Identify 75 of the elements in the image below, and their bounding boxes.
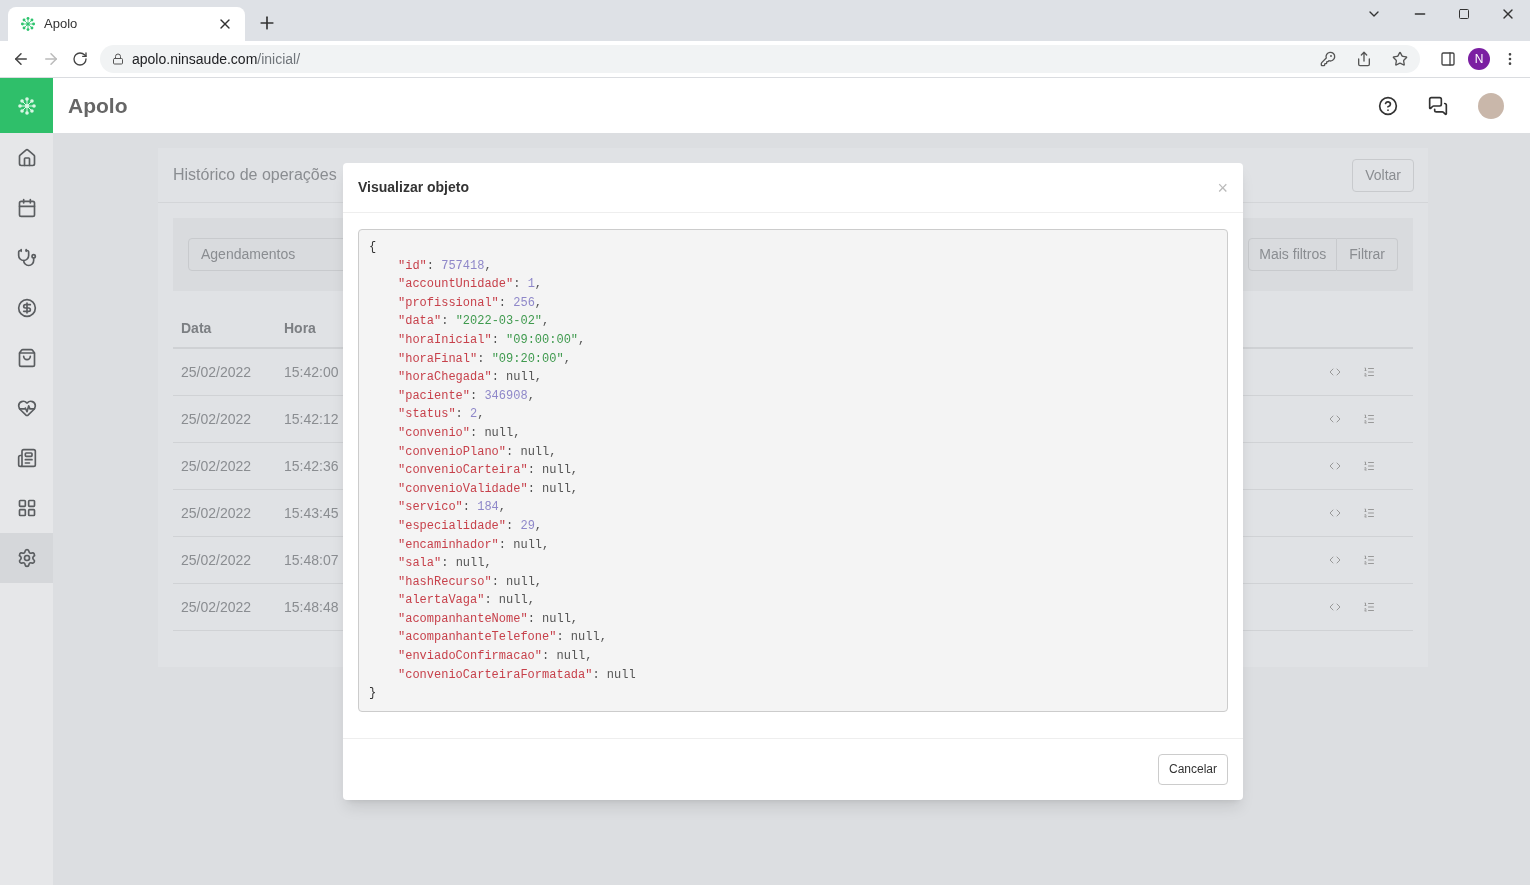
code-line: "acompanhanteNome": null, [397,610,579,628]
code-line: "convenioPlano": null, [397,443,557,461]
logo-icon [20,16,36,32]
code-line: "profissional": 256, [397,294,543,312]
code-line: "status": 2, [397,406,485,424]
key-icon[interactable] [1320,51,1336,67]
filter-button[interactable]: Filtrar [1337,238,1398,271]
home-icon [16,148,37,168]
table-cell-text: 25/02/2022 [180,550,253,570]
maximize-icon[interactable] [1458,7,1470,20]
back-icon[interactable] [12,50,30,68]
code-line: "enviadoConfirmacao": null, [397,648,593,666]
bag-icon [16,348,37,368]
table-cell-text: 15:42:00 [283,362,340,382]
profile-avatar[interactable]: N [1468,48,1490,70]
table-cell-text: 15:48:48 [283,597,340,617]
code-line: "servico": 184, [397,499,507,517]
column-header: Hora [283,318,317,338]
lock-icon [112,53,124,65]
dollar-icon [16,298,37,318]
calendar-icon [16,198,37,218]
modal-title: Visualizar objeto [358,178,469,197]
code-line: { [369,239,378,256]
app-title: Apolo [68,92,128,119]
code-line: "paciente": 346908, [397,387,535,405]
table-cell-text: 25/02/2022 [180,409,253,429]
document-icon [16,448,37,468]
code-line: "accountUnidade": 1, [397,276,543,294]
table-cell-text: 15:48:07 [283,550,340,570]
table-cell-text: 25/02/2022 [180,456,253,476]
settings-icon [16,548,37,568]
grid-icon [16,498,37,518]
back-button[interactable]: Voltar [1352,158,1414,192]
table-cell-text: 25/02/2022 [180,362,253,382]
code-line: "convenioCarteira": null, [397,462,579,480]
cancel-button[interactable]: Cancelar [1157,753,1228,785]
code-line: "id": 757418, [397,257,492,275]
table-cell-text: 25/02/2022 [180,503,253,523]
code-line: } [369,685,378,703]
code-line: "convenio": null, [397,424,521,442]
table-cell-text: 15:43:45 [283,503,340,523]
stethoscope-icon [16,248,37,268]
sidebar-item[interactable] [0,533,53,583]
chat-icon[interactable] [1428,95,1448,116]
url-text: apolo.ninsaude.com/inicial/ [132,49,301,69]
code-line: "data": "2022-03-02", [397,313,550,331]
code-line: "sala": null, [397,555,492,573]
help-icon[interactable] [1378,95,1398,116]
code-line: "hashRecurso": null, [397,573,543,591]
reload-icon[interactable] [72,51,88,67]
tab-title: Apolo [44,15,79,34]
browser-tab[interactable]: Apolo [8,7,245,41]
code-line: "horaChegada": null, [397,369,543,387]
code-line: "especialidade": 29, [397,517,543,535]
code-line: "alertaVaga": null, [397,592,535,610]
share-icon[interactable] [1356,51,1372,67]
code-line: "encaminhador": null, [397,536,550,554]
page-title: Histórico de operações [173,165,337,185]
code-line: "acompanhanteTelefone": null, [397,629,607,647]
code-line: "horaInicial": "09:00:00", [397,331,586,349]
table-cell-text: 15:42:36 [283,456,340,476]
address-bar[interactable]: apolo.ninsaude.com/inicial/ [100,45,1420,73]
table-cell-text: 15:42:12 [283,409,340,429]
code-line: "convenioCarteiraFormatada": null [397,666,636,684]
close-button[interactable]: × [1217,178,1228,197]
code-line: "horaFinal": "09:20:00", [397,350,571,368]
table-cell-text: 25/02/2022 [180,597,253,617]
side-panel-icon[interactable] [1440,51,1456,67]
more-filters-button[interactable]: Mais filtros [1248,238,1338,271]
star-icon[interactable] [1392,51,1408,67]
logo-tile[interactable] [0,78,53,133]
heart-pulse-icon [16,398,37,418]
column-header: Data [180,318,213,338]
code-line: "convenioValidade": null, [397,480,579,498]
logo-icon [16,95,37,116]
